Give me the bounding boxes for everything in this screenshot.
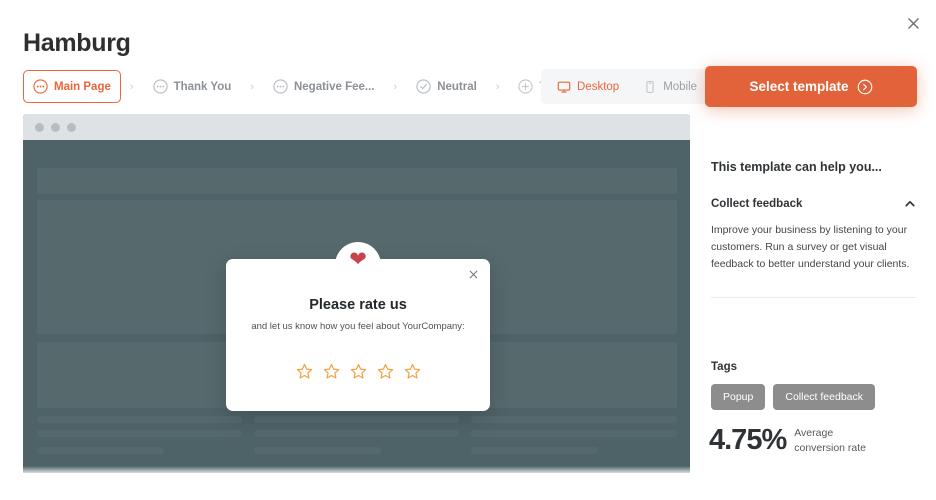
close-icon[interactable]	[901, 11, 925, 35]
accordion-collect-feedback[interactable]: Collect feedback	[711, 198, 916, 210]
breadcrumb-item-negative-feedback[interactable]: Negative Fee...	[263, 70, 385, 103]
star-outline-icon[interactable]	[377, 363, 394, 380]
star-outline-icon[interactable]	[296, 363, 313, 380]
template-info-panel: This template can help you... Collect fe…	[711, 160, 916, 298]
breadcrumb-separator: ›	[250, 80, 254, 93]
conversion-label-line1: Average	[794, 427, 834, 440]
skeleton-block	[471, 342, 677, 408]
breadcrumb-item-label: Main Page	[54, 80, 111, 93]
dots-circle-icon	[273, 79, 288, 94]
dots-circle-icon	[33, 79, 48, 94]
template-preview-dialog: Hamburg Main Page › Thank You › Negative…	[0, 0, 936, 500]
device-option-label: Desktop	[577, 80, 620, 93]
star-outline-icon[interactable]	[323, 363, 340, 380]
breadcrumb: Main Page › Thank You › Negative Fee...	[23, 70, 586, 103]
mobile-icon	[643, 80, 657, 94]
popup-title: Please rate us	[309, 297, 407, 313]
popup-subtitle: and let us know how you feel about YourC…	[251, 321, 465, 332]
breadcrumb-item-label: Neutral	[437, 80, 477, 93]
breadcrumb-item-thank-you[interactable]: Thank You	[143, 70, 242, 103]
breadcrumb-separator: ›	[129, 80, 134, 93]
skeleton-line	[471, 430, 677, 437]
breadcrumb-separator: ›	[393, 80, 398, 93]
accordion-title: Collect feedback	[711, 198, 803, 210]
skeleton-line	[471, 416, 677, 423]
dots-circle-icon	[152, 79, 168, 94]
chrome-dot	[67, 122, 76, 132]
arrow-right-circle-icon	[857, 79, 873, 95]
skeleton-line	[254, 430, 459, 437]
device-option-desktop[interactable]: Desktop	[547, 73, 629, 100]
select-template-button[interactable]: Select template	[705, 66, 917, 107]
star-outline-icon[interactable]	[350, 363, 367, 380]
page-title: Hamburg	[23, 29, 131, 57]
tag-chip[interactable]: Popup	[711, 384, 766, 410]
rating-popup: ❤ Please rate us and let us know how you…	[226, 242, 490, 411]
preview-canvas: ❤ Please rate us and let us know how you…	[23, 140, 690, 473]
skeleton-line	[37, 430, 242, 437]
select-template-label: Select template	[749, 79, 849, 94]
breadcrumb-separator: ›	[495, 80, 500, 93]
desktop-icon	[557, 80, 571, 94]
panel-divider	[711, 297, 916, 298]
skeleton-line	[254, 416, 459, 423]
star-outline-icon[interactable]	[404, 363, 421, 380]
popup-close-icon[interactable]	[466, 267, 481, 282]
star-rating	[226, 363, 490, 380]
tag-chip[interactable]: Collect feedback	[773, 384, 876, 410]
breadcrumb-item-neutral[interactable]: Neutral	[406, 70, 487, 103]
browser-chrome-bar	[23, 114, 690, 140]
device-option-mobile[interactable]: Mobile	[633, 73, 707, 100]
skeleton-block	[37, 168, 677, 194]
panel-heading: This template can help you...	[711, 160, 882, 174]
accordion-body: Improve your business by listening to yo…	[711, 224, 910, 270]
skeleton-line	[37, 416, 242, 423]
tags-list: Popup Collect feedback	[711, 384, 876, 410]
conversion-value: 4.75%	[709, 424, 787, 456]
skeleton-line	[37, 447, 164, 454]
conversion-stat: 4.75% Average conversion rate	[709, 424, 866, 457]
conversion-label-line2: conversion rate	[794, 441, 867, 454]
template-preview: ❤ Please rate us and let us know how you…	[23, 114, 690, 473]
skeleton-block	[37, 342, 242, 408]
chrome-dot	[51, 122, 60, 132]
device-toggle: Desktop Mobile	[541, 69, 714, 104]
skeleton-line	[471, 447, 598, 454]
heart-icon: ❤	[349, 248, 367, 271]
breadcrumb-item-label: Negative Fee...	[293, 80, 375, 93]
plus-circle-icon	[518, 79, 534, 94]
check-circle-icon	[416, 79, 431, 94]
breadcrumb-item-label: Thank You	[173, 80, 232, 93]
tags-heading: Tags	[711, 361, 737, 373]
breadcrumb-item-main-page[interactable]: Main Page	[23, 70, 121, 103]
skeleton-line	[254, 447, 381, 454]
chevron-up-icon	[904, 198, 916, 210]
device-option-label: Mobile	[663, 80, 698, 93]
conversion-label: Average conversion rate	[794, 426, 866, 454]
chrome-dot	[35, 122, 44, 132]
